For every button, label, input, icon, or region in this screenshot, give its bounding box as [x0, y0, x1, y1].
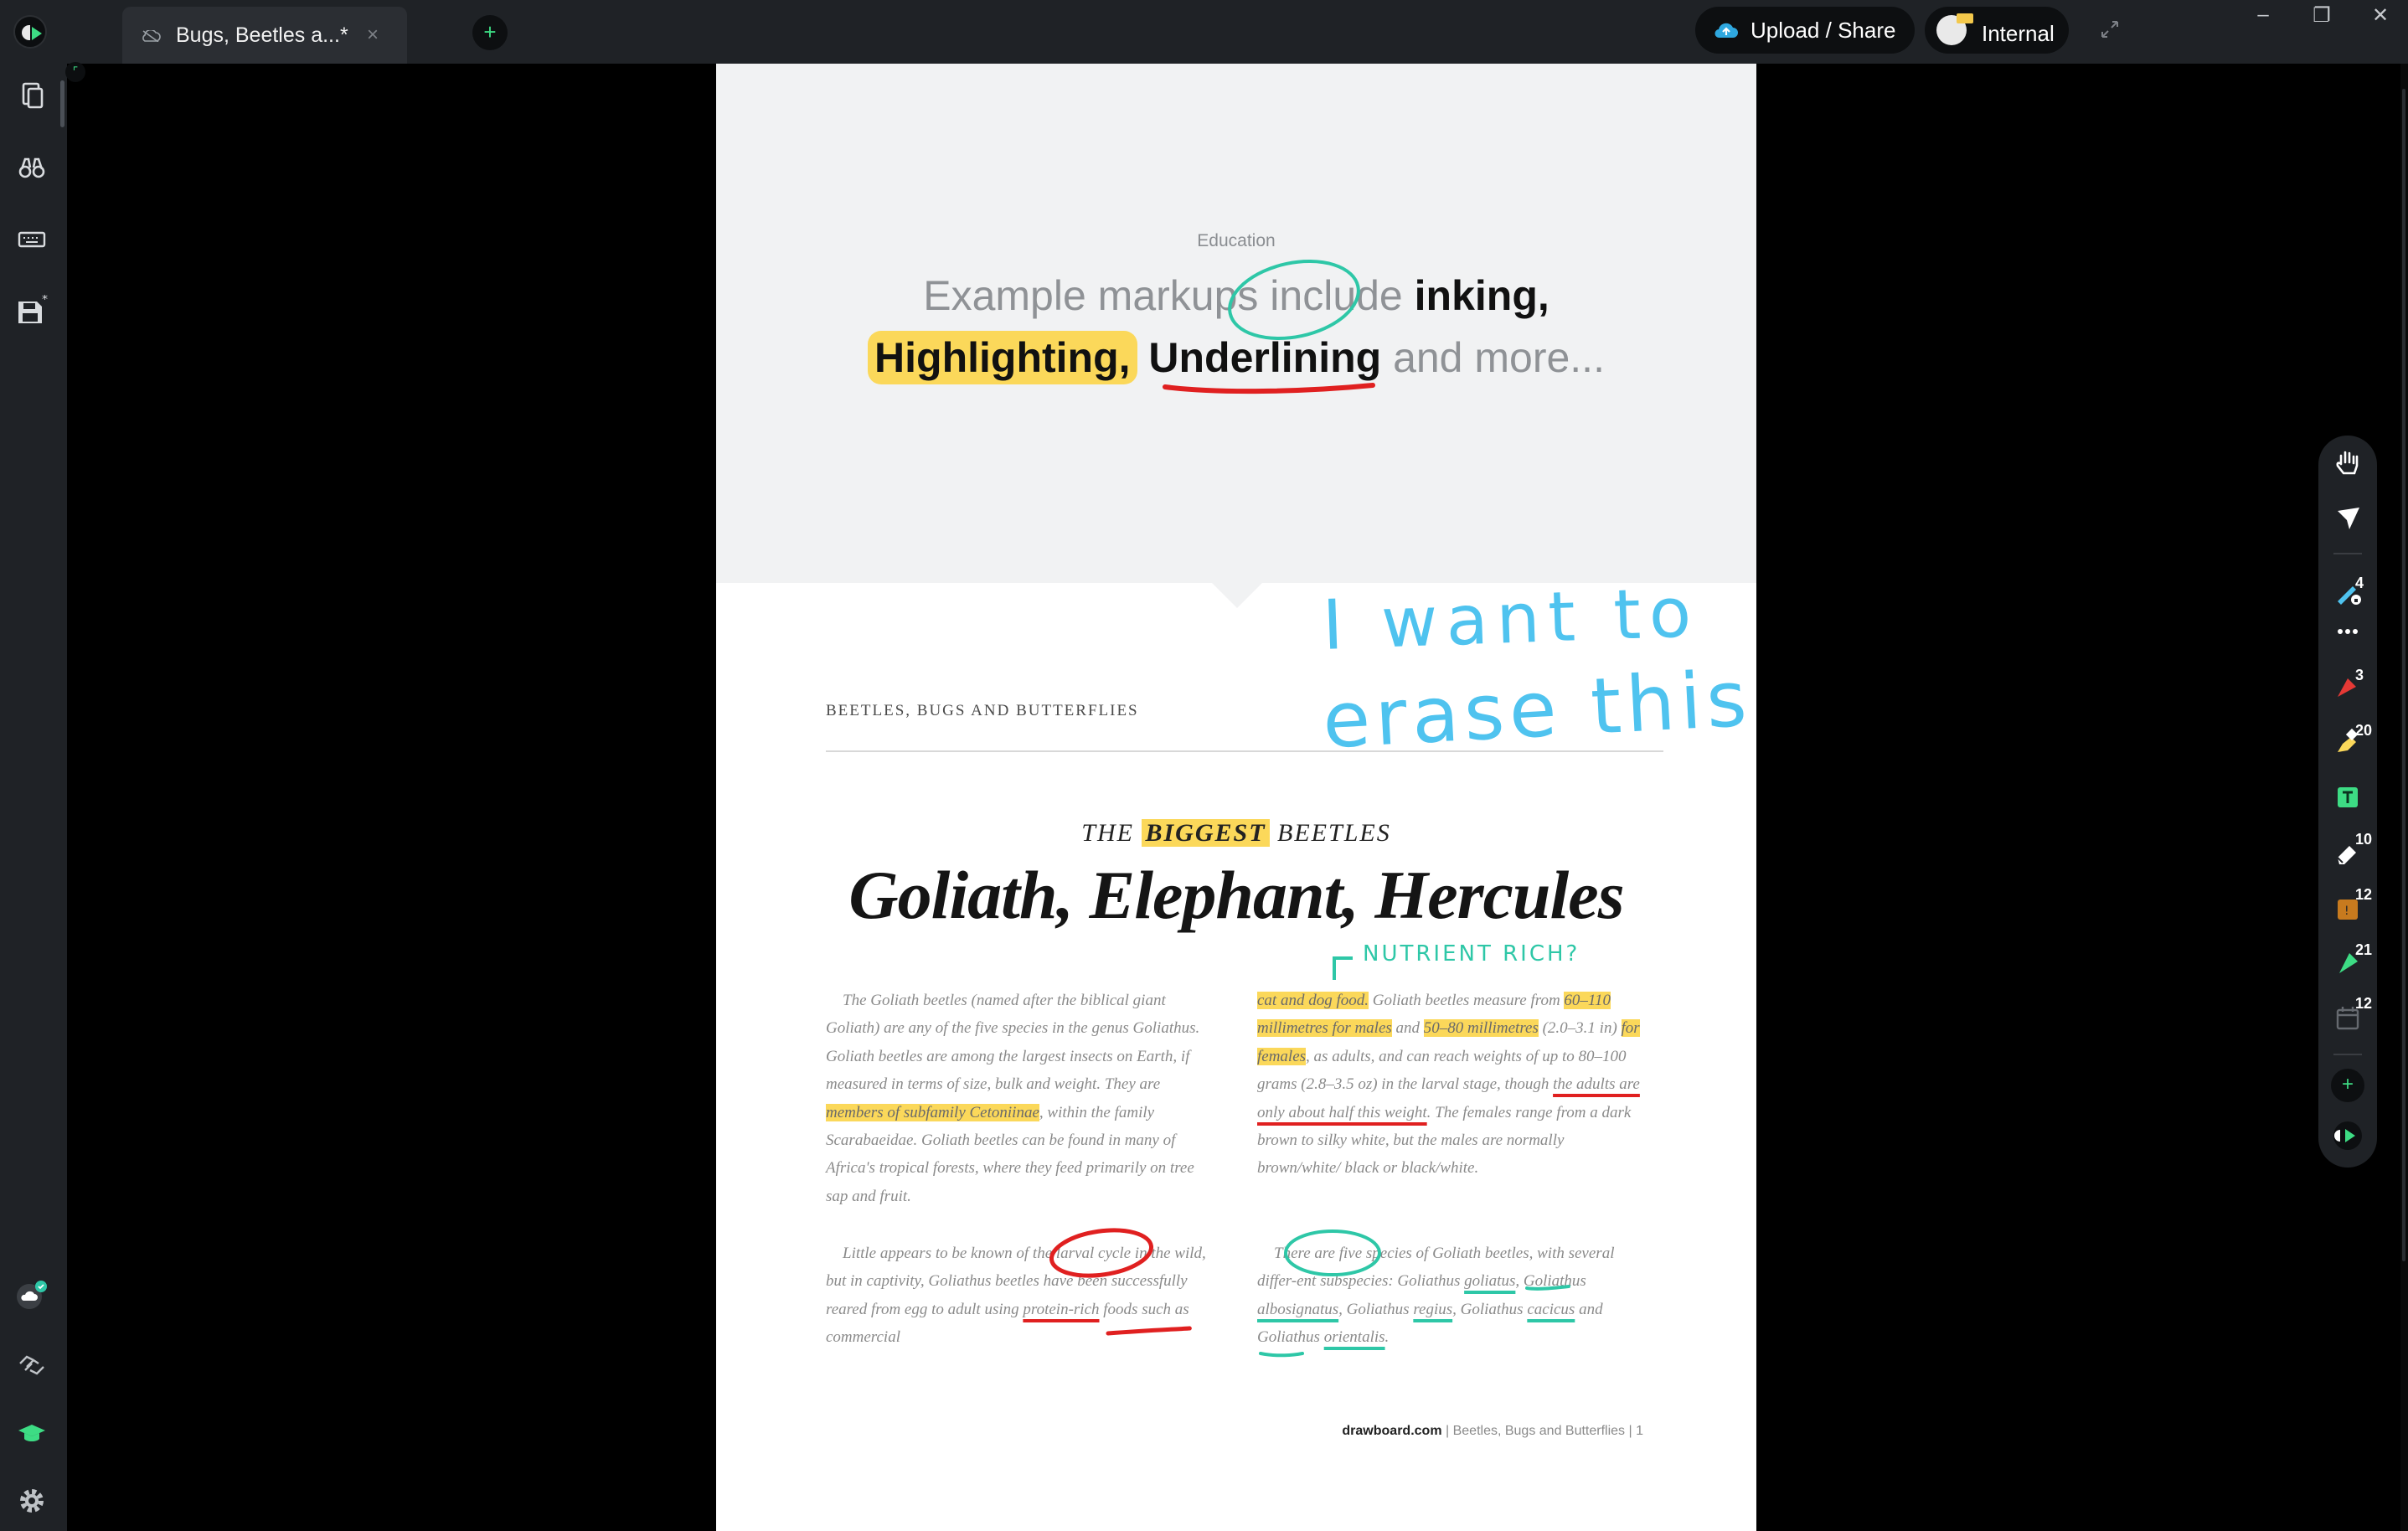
text-run: The Goliath beetles (named after the bib… [826, 992, 1200, 1094]
crown-icon [1957, 13, 1973, 23]
highlighter-count-badge: 20 [2355, 722, 2373, 739]
scrollbar-thumb[interactable] [2402, 89, 2405, 1261]
markup-toolbar: 4 3 20 10 ! 12 21 12 + [2318, 436, 2377, 1168]
underline-mark[interactable]: goliatus [1464, 1272, 1515, 1290]
close-window-button[interactable]: ✕ [2364, 3, 2397, 34]
account-label: Internal [1982, 21, 2055, 46]
text-run: Goliath beetles measure from [1369, 992, 1565, 1009]
calendar-count-badge: 12 [2355, 995, 2373, 1012]
underline-mark[interactable]: regius [1413, 1301, 1452, 1318]
cloud-upload-icon [1714, 23, 1738, 39]
underline-mark[interactable]: protein-rich [1023, 1301, 1099, 1318]
svg-text:!: ! [2344, 905, 2349, 918]
nutrient-rich-bracket[interactable] [1333, 956, 1353, 980]
drawboard-logo-icon[interactable] [13, 15, 47, 49]
new-tab-button[interactable]: + [472, 15, 508, 50]
headline-prefix: Example markups include [923, 272, 1415, 319]
headline-line-1: Example markups include inking, [716, 271, 1756, 320]
upload-share-button[interactable]: Upload / Share [1695, 7, 1915, 54]
more-options-icon[interactable] [2331, 615, 2364, 648]
marker-count-badge: 3 [2355, 667, 2364, 683]
cloud-sync-icon[interactable] [15, 1278, 49, 1312]
eraser-count-badge: 10 [2355, 831, 2373, 848]
kicker-biggest: BIGGEST [1142, 819, 1270, 847]
panel-corner-handle[interactable]: ⌜ [65, 62, 85, 82]
header-notch [1210, 581, 1264, 608]
underline-mark[interactable]: albosignatus [1257, 1301, 1338, 1318]
maximize-button[interactable]: ❐ [2305, 3, 2338, 34]
text-run: . [1384, 1328, 1390, 1347]
select-tool-icon[interactable] [2331, 501, 2364, 534]
keyboard-icon[interactable] [15, 223, 49, 256]
paragraph-left-2: Little appears to be known of the larval… [826, 1240, 1218, 1352]
toolbar-divider [2333, 553, 2362, 554]
education-icon[interactable] [15, 1417, 49, 1451]
handshake-icon[interactable] [15, 1348, 49, 1382]
footer-title: Beetles, Bugs and Butterflies [1452, 1424, 1626, 1438]
text-run: and [1391, 1019, 1424, 1038]
paragraph-left-1: The Goliath beetles (named after the bib… [826, 987, 1218, 1210]
stamp-count-badge: 12 [2355, 886, 2373, 903]
handwriting-note-line-2[interactable]: erase this [1321, 654, 1754, 766]
left-sidebar: * [0, 64, 67, 1531]
section-label: Education [1197, 231, 1276, 250]
upload-share-label: Upload / Share [1751, 18, 1896, 43]
page-header-band [716, 64, 1756, 583]
minimize-button[interactable]: – [2246, 3, 2280, 34]
page-footer: drawboard.com | Beetles, Bugs and Butter… [716, 1424, 1643, 1439]
expand-icon[interactable] [2097, 17, 2122, 42]
paragraph-right-2: There are five species of Goliath beetle… [1257, 1240, 1649, 1352]
text-run: , Goliathus [1452, 1300, 1528, 1318]
title-bar: Bugs, Beetles a...* × + Upload / Share I… [0, 0, 2408, 64]
toolbar-divider [2333, 1054, 2362, 1055]
tab-title: Bugs, Beetles a...* [176, 23, 348, 47]
text-run: , Goliathus [1338, 1300, 1414, 1318]
add-tool-button[interactable]: + [2331, 1069, 2364, 1102]
highlight-mark[interactable]: cat and dog food. [1257, 992, 1369, 1009]
kicker-the: THE [1081, 819, 1142, 847]
handwriting-note-line-1[interactable]: I want to [1321, 573, 1700, 666]
tab-close-button[interactable]: × [367, 23, 379, 47]
pen-count-badge: 4 [2355, 575, 2364, 591]
headline-underlining: Underlining [1148, 334, 1382, 381]
vertical-scrollbar[interactable] [2400, 64, 2408, 1531]
article-title: Goliath, Elephant, Hercules [848, 857, 1624, 933]
highlight-mark[interactable]: members of subfamily Cetoniinae [826, 1103, 1039, 1121]
binoculars-icon[interactable] [15, 151, 49, 184]
headline-inking: inking, [1414, 272, 1549, 319]
text-tool-icon[interactable] [2331, 781, 2364, 814]
headline-suffix: and more... [1381, 334, 1605, 381]
account-button[interactable]: Internal [1925, 7, 2069, 54]
headline-line-2: Highlighting, Underlining and more... [716, 331, 1756, 384]
underline-mark[interactable]: cacicus [1527, 1301, 1575, 1318]
document-page: Education Example markups include inking… [716, 64, 1756, 1531]
documents-icon[interactable] [15, 79, 49, 112]
paragraph-right-1: cat and dog food. Goliath beetles measur… [1257, 987, 1649, 1183]
svg-text:*: * [42, 295, 48, 307]
headline-highlighting: Highlighting, [868, 331, 1137, 384]
hand-tool-icon[interactable] [2331, 446, 2364, 479]
text-run: , Goliathus [1515, 1272, 1586, 1291]
margin-note[interactable]: NUTRIENT RICH? [1363, 941, 1580, 967]
drawboard-icon[interactable] [2331, 1119, 2364, 1152]
cloud-off-icon [142, 30, 161, 42]
footer-separator: | [1625, 1424, 1637, 1438]
settings-icon[interactable] [15, 1484, 49, 1518]
kicker: THE BIGGEST BEETLES [716, 819, 1756, 848]
kicker-beetles: BEETLES [1269, 819, 1391, 847]
teal-dash-cacicus[interactable] [1259, 1352, 1304, 1358]
highlight-mark[interactable]: 50–80 millimetres [1423, 1019, 1539, 1038]
text-run: (2.0–3.1 in) [1538, 1019, 1622, 1038]
footer-page-number: 1 [1636, 1424, 1643, 1438]
footer-separator: | [1441, 1424, 1453, 1438]
underline-mark[interactable]: orientalis [1324, 1328, 1385, 1346]
save-icon[interactable]: * [15, 295, 49, 328]
magazine-label: BEETLES, BUGS AND BUTTERFLIES [826, 702, 1139, 719]
footer-site: drawboard.com [1342, 1424, 1442, 1438]
shape-count-badge: 21 [2355, 941, 2373, 958]
document-tab[interactable]: Bugs, Beetles a...* × [122, 7, 407, 64]
sidebar-selection-indicator [60, 80, 64, 127]
